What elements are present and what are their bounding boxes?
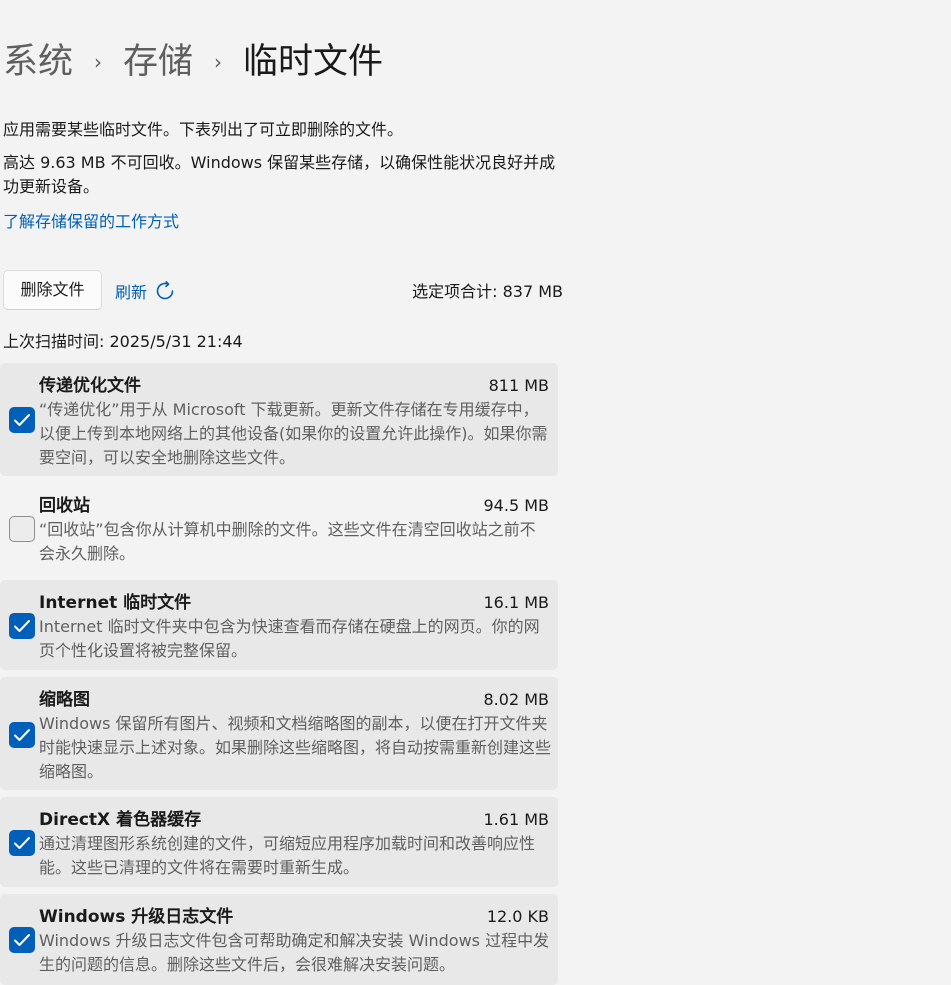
item-description: Internet 临时文件夹中包含为快速查看而存储在硬盘上的网页。你的网页个性化… [39, 617, 540, 660]
temp-item-delivery-optimization[interactable]: 传递优化文件 811 MB “传递优化”用于从 Microsoft 下载更新。更… [0, 363, 558, 476]
item-size: 16.1 MB [483, 593, 550, 612]
item-size: 1.61 MB [483, 810, 550, 829]
item-description: Windows 升级日志文件包含可帮助确定和解决安装 Windows 过程中发生… [39, 931, 550, 974]
item-title: 缩略图 [39, 690, 90, 710]
description-line-2: 高达 9.63 MB 不可回收。Windows 保留某些存储，以确保性能状况良好… [3, 153, 556, 196]
breadcrumb: 系统 › 存储 › 临时文件 [3, 38, 383, 86]
checkbox-thumbnails[interactable] [9, 722, 35, 748]
checkbox-recycle-bin[interactable] [9, 516, 35, 542]
learn-storage-reserve-link[interactable]: 了解存储保留的工作方式 [3, 210, 179, 234]
item-description: “回收站”包含你从计算机中删除的文件。这些文件在清空回收站之前不会永久删除。 [39, 520, 536, 563]
description-line-1: 应用需要某些临时文件。下表列出了可立即删除的文件。 [3, 120, 404, 139]
item-title: Windows 升级日志文件 [39, 907, 234, 927]
item-size: 8.02 MB [483, 690, 550, 709]
temp-item-thumbnails[interactable]: 缩略图 8.02 MB Windows 保留所有图片、视频和文档缩略图的副本，以… [0, 677, 558, 790]
delete-files-button[interactable]: 删除文件 [3, 270, 102, 310]
item-title: 传递优化文件 [39, 376, 141, 396]
last-scan-time: 上次扫描时间: 2025/5/31 21:44 [3, 332, 243, 351]
item-title: Internet 临时文件 [39, 593, 192, 613]
checkbox-windows-upgrade-logs[interactable] [9, 927, 35, 953]
item-description: Windows 保留所有图片、视频和文档缩略图的副本，以便在打开文件夹时能快速显… [39, 714, 552, 781]
checkbox-directx-shader-cache[interactable] [9, 830, 35, 856]
breadcrumb-item-storage[interactable]: 存储 [123, 38, 193, 86]
chevron-right-icon: › [214, 50, 223, 74]
temp-item-recycle-bin[interactable]: 回收站 94.5 MB “回收站”包含你从计算机中删除的文件。这些文件在清空回收… [0, 483, 558, 573]
temp-item-windows-upgrade-logs[interactable]: Windows 升级日志文件 12.0 KB Windows 升级日志文件包含可… [0, 894, 558, 985]
item-size: 811 MB [488, 376, 549, 395]
checkmark-icon [14, 934, 30, 946]
item-title: 回收站 [39, 496, 90, 516]
checkbox-internet-temp-files[interactable] [9, 613, 35, 639]
checkmark-icon [14, 620, 30, 632]
temp-item-internet-temp-files[interactable]: Internet 临时文件 16.1 MB Internet 临时文件夹中包含为… [0, 580, 558, 670]
item-size: 94.5 MB [483, 496, 550, 515]
selected-total: 选定项合计: 837 MB [412, 282, 563, 301]
checkbox-delivery-optimization[interactable] [9, 407, 35, 433]
checkmark-icon [14, 837, 30, 849]
refresh-button[interactable]: 刷新 [115, 278, 177, 304]
item-size: 12.0 KB [486, 907, 549, 926]
item-title: DirectX 着色器缓存 [39, 810, 202, 830]
temp-item-directx-shader-cache[interactable]: DirectX 着色器缓存 1.61 MB 通过清理图形系统创建的文件，可缩短应… [0, 797, 558, 887]
temp-files-page: 系统 › 存储 › 临时文件 应用需要某些临时文件。下表列出了可立即删除的文件。… [0, 0, 951, 985]
page-title: 临时文件 [243, 42, 384, 82]
checkmark-icon [14, 729, 30, 741]
item-description: “传递优化”用于从 Microsoft 下载更新。更新文件存储在专用缓存中，以便… [39, 400, 548, 467]
checkmark-icon [14, 414, 30, 426]
refresh-label: 刷新 [115, 283, 148, 302]
chevron-right-icon: › [94, 50, 103, 74]
item-description: 通过清理图形系统创建的文件，可缩短应用程序加载时间和改善响应性能。这些已清理的文… [39, 834, 536, 877]
refresh-icon [153, 279, 177, 303]
breadcrumb-item-system[interactable]: 系统 [3, 38, 73, 86]
